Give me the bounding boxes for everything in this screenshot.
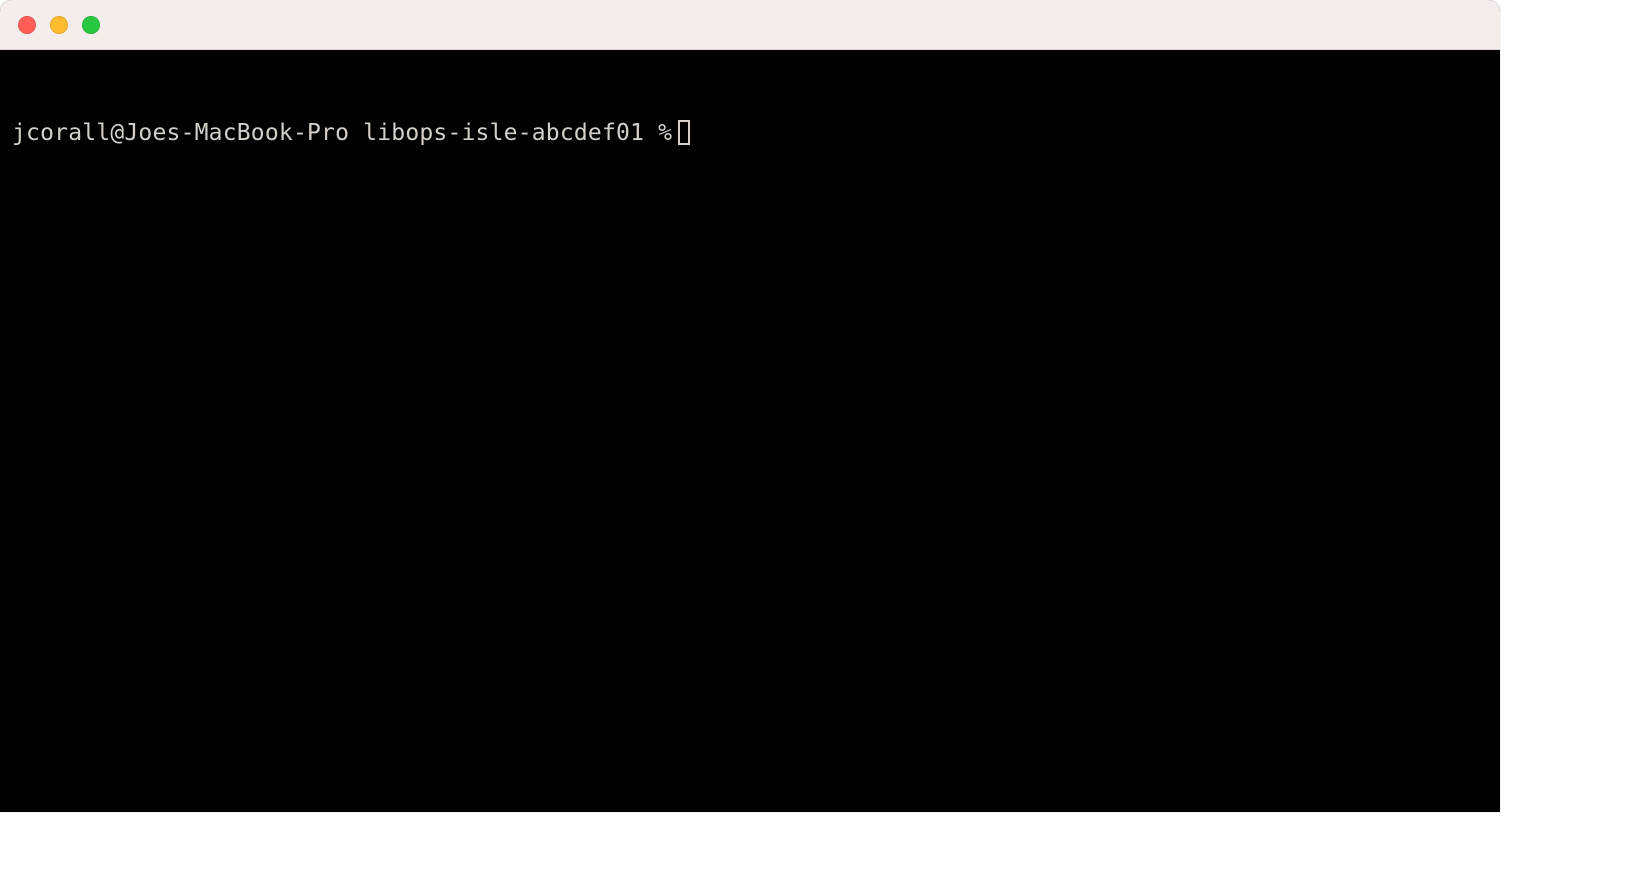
cursor-icon (678, 120, 690, 145)
terminal-body[interactable]: jcorall@Joes-MacBook-Pro libops-isle-abc… (0, 50, 1500, 812)
maximize-button[interactable] (82, 16, 100, 34)
close-button[interactable] (18, 16, 36, 34)
prompt-line: jcorall@Joes-MacBook-Pro libops-isle-abc… (12, 118, 1488, 149)
terminal-window: jcorall@Joes-MacBook-Pro libops-isle-abc… (0, 0, 1500, 812)
minimize-button[interactable] (50, 16, 68, 34)
window-titlebar (0, 0, 1500, 50)
shell-prompt: jcorall@Joes-MacBook-Pro libops-isle-abc… (12, 118, 672, 149)
